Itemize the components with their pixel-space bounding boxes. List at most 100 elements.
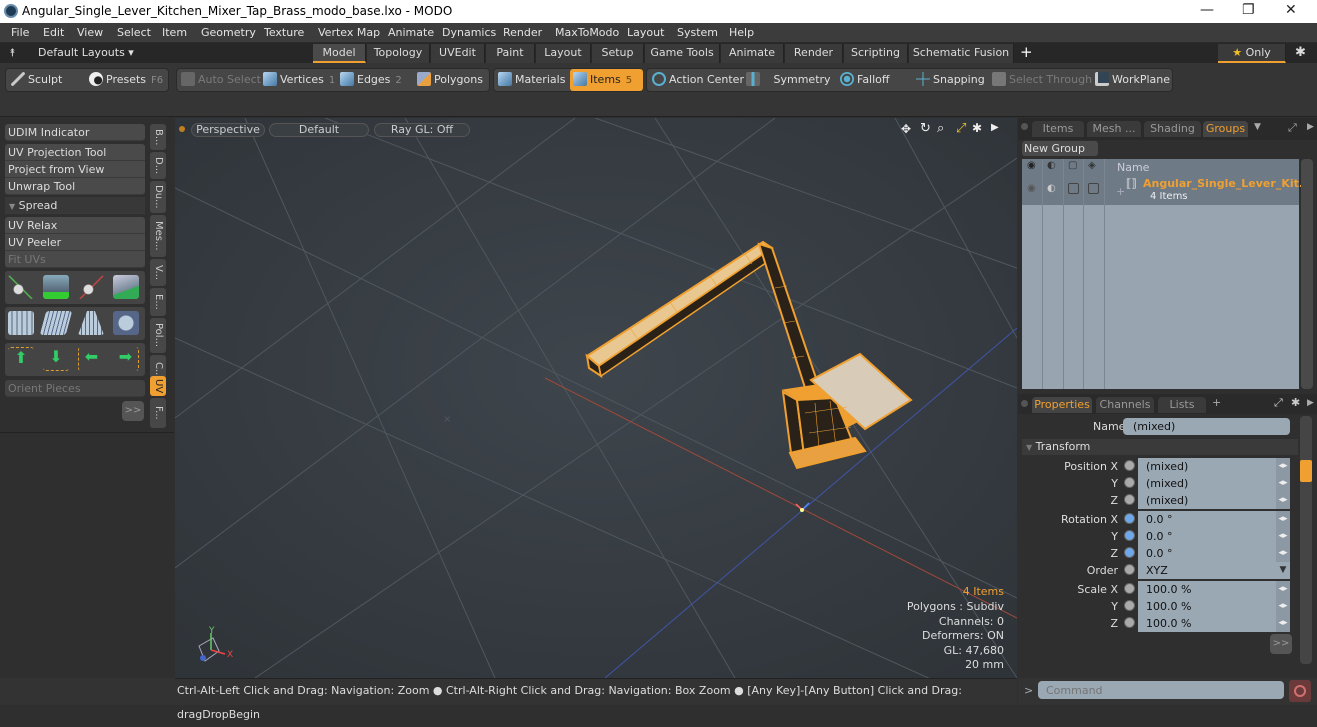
property-value-field[interactable]: 0.0 ° ◂▸ <box>1138 511 1290 528</box>
udim-indicator-button[interactable]: UDIM Indicator <box>5 124 145 141</box>
property-value-field[interactable]: 100.0 % ◂▸ <box>1138 615 1290 632</box>
spread-section-toggle[interactable]: ▼ Spread <box>5 197 145 214</box>
tab-schematic-fusion[interactable]: Schematic Fusion <box>909 44 1014 63</box>
properties-side-tab-active[interactable] <box>1300 460 1312 482</box>
snapping-button[interactable]: Snapping <box>916 69 985 91</box>
more-tools-button[interactable]: >> <box>122 401 144 421</box>
properties-expand-arrow-icon[interactable]: ▶ <box>1307 398 1314 408</box>
animate-channel-dot-icon[interactable] <box>1124 460 1135 471</box>
align-down-icon[interactable]: ⬇ <box>43 347 69 371</box>
new-group-button[interactable]: New Group <box>1022 141 1098 156</box>
menu-edit[interactable]: Edit <box>43 26 64 39</box>
pan-icon[interactable]: ✥ <box>901 122 911 136</box>
3d-viewport[interactable]: × Y X 4 Items Polygons : Subdiv Channels… <box>175 118 1017 678</box>
action-center-button[interactable]: Action Center <box>652 69 744 91</box>
menu-texture[interactable]: Texture <box>264 26 304 39</box>
menu-system[interactable]: System <box>677 26 718 39</box>
fit-uvs-button[interactable]: Fit UVs <box>5 251 145 268</box>
properties-gear-icon[interactable]: ✱ <box>1291 396 1300 409</box>
restore-button[interactable]: ❐ <box>1242 2 1255 18</box>
value-drag-handle-icon[interactable]: ◂▸ <box>1276 598 1290 615</box>
menu-vertex-map[interactable]: Vertex Map <box>318 26 380 39</box>
zoom-view-icon[interactable]: ⌕ <box>937 121 944 136</box>
uv-cylindrical-icon[interactable] <box>8 311 34 335</box>
property-value-field[interactable]: 100.0 % ◂▸ <box>1138 581 1290 598</box>
tab-groups[interactable]: Groups <box>1203 121 1248 137</box>
value-drag-handle-icon[interactable]: ◂▸ <box>1276 545 1290 562</box>
panel-menu-icon[interactable] <box>1021 123 1028 130</box>
align-up-icon[interactable]: ⬆ <box>8 347 34 371</box>
maximize-viewport-icon[interactable]: ⤢ <box>956 121 966 136</box>
select-through-button[interactable]: Select Through <box>992 69 1092 91</box>
menu-help[interactable]: Help <box>729 26 754 39</box>
symmetry-button[interactable]: Symmetry <box>746 69 831 91</box>
vtab-uv[interactable]: UV <box>150 376 166 396</box>
vtab-e[interactable]: E... <box>150 288 166 316</box>
menu-file[interactable]: File <box>11 26 29 39</box>
group-select-checkbox[interactable] <box>1088 183 1099 194</box>
project-from-view-button[interactable]: Project from View <box>5 161 145 178</box>
workplane-button[interactable]: WorkPlane <box>1095 69 1170 91</box>
command-input[interactable] <box>1038 681 1284 699</box>
uv-planar-icon[interactable] <box>39 311 73 335</box>
property-value-field[interactable]: 0.0 ° ◂▸ <box>1138 528 1290 545</box>
add-tab-button[interactable]: + <box>1212 396 1221 409</box>
uv-rotate-icon[interactable] <box>43 275 69 299</box>
properties-maximize-icon[interactable]: ⤢ <box>1274 396 1283 410</box>
polygons-mode-button[interactable]: Polygons <box>417 69 483 91</box>
value-drag-handle-icon[interactable]: ◂▸ <box>1276 528 1290 545</box>
transform-section-header[interactable]: ▼ Transform <box>1022 439 1298 455</box>
value-drag-handle-icon[interactable]: ◂▸ <box>1276 492 1290 509</box>
vtab-pol[interactable]: Pol... <box>150 318 166 353</box>
rotate-view-icon[interactable]: ↻ <box>920 121 931 136</box>
animate-channel-dot-icon[interactable] <box>1124 494 1135 505</box>
value-drag-handle-icon[interactable]: ◂▸ <box>1276 511 1290 528</box>
view-type-dropdown[interactable]: Perspective <box>191 123 265 137</box>
vtab-v[interactable]: V... <box>150 259 166 286</box>
menu-maxtomodo[interactable]: MaxToModo <box>555 26 619 39</box>
menu-item[interactable]: Item <box>162 26 187 39</box>
uv-relax-button[interactable]: UV Relax <box>5 217 145 234</box>
vtab-du[interactable]: Du... <box>150 181 166 213</box>
tab-properties[interactable]: Properties <box>1032 397 1092 413</box>
vtab-b[interactable]: B... <box>150 124 166 150</box>
sculpt-button[interactable]: Sculpt <box>11 69 62 91</box>
tab-mesh[interactable]: Mesh ... <box>1087 121 1141 137</box>
uv-projection-tool-button[interactable]: UV Projection Tool <box>5 144 145 161</box>
property-value-field[interactable]: (mixed) ◂▸ <box>1138 475 1290 492</box>
tab-animate[interactable]: Animate <box>721 44 784 63</box>
property-value-field[interactable]: XYZ ▼ <box>1138 562 1290 579</box>
tab-model[interactable]: Model <box>313 44 366 63</box>
add-layout-button[interactable]: + <box>1020 43 1033 61</box>
property-value-field[interactable]: (mixed) ◂▸ <box>1138 458 1290 475</box>
vtab-mes[interactable]: Mes... <box>150 215 166 257</box>
uv-scale-icon[interactable] <box>78 275 104 299</box>
tab-shading[interactable]: Shading <box>1144 121 1201 137</box>
tab-paint[interactable]: Paint <box>486 44 535 63</box>
tab-setup[interactable]: Setup <box>592 44 644 63</box>
animate-channel-dot-icon[interactable] <box>1124 617 1135 628</box>
properties-more-button[interactable]: >> <box>1270 634 1292 654</box>
panel-maximize-icon[interactable]: ⤢ <box>1288 121 1297 135</box>
tab-topology[interactable]: Topology <box>367 44 430 63</box>
value-drag-handle-icon[interactable]: ◂▸ <box>1276 458 1290 475</box>
uv-perspective-icon[interactable] <box>78 311 104 335</box>
tabs-dropdown-icon[interactable]: ▼ <box>1254 122 1261 132</box>
uv-move-icon[interactable] <box>8 275 34 299</box>
close-button[interactable]: ✕ <box>1285 2 1297 18</box>
tab-channels[interactable]: Channels <box>1096 397 1154 413</box>
vtab-d[interactable]: D... <box>150 152 166 179</box>
select-column-icon[interactable]: ◈ <box>1088 160 1096 171</box>
value-drag-handle-icon[interactable]: ◂▸ <box>1276 581 1290 598</box>
viewport-menu-dot-icon[interactable] <box>179 126 185 132</box>
shading-style-dropdown[interactable]: Default <box>269 123 369 137</box>
uv-transform-icon[interactable] <box>113 275 139 299</box>
animate-channel-dot-icon[interactable] <box>1124 583 1135 594</box>
auto-select-button[interactable]: Auto Select <box>181 69 261 91</box>
edges-mode-button[interactable]: Edges 2 <box>340 69 402 91</box>
raygl-toggle[interactable]: Ray GL: Off <box>374 123 470 137</box>
viewport-settings-gear-icon[interactable]: ✱ <box>972 121 982 135</box>
align-right-icon[interactable]: ➡ <box>113 347 139 371</box>
layout-pin-icon[interactable]: ⯭ <box>9 46 16 60</box>
name-field[interactable]: (mixed) <box>1123 418 1290 435</box>
